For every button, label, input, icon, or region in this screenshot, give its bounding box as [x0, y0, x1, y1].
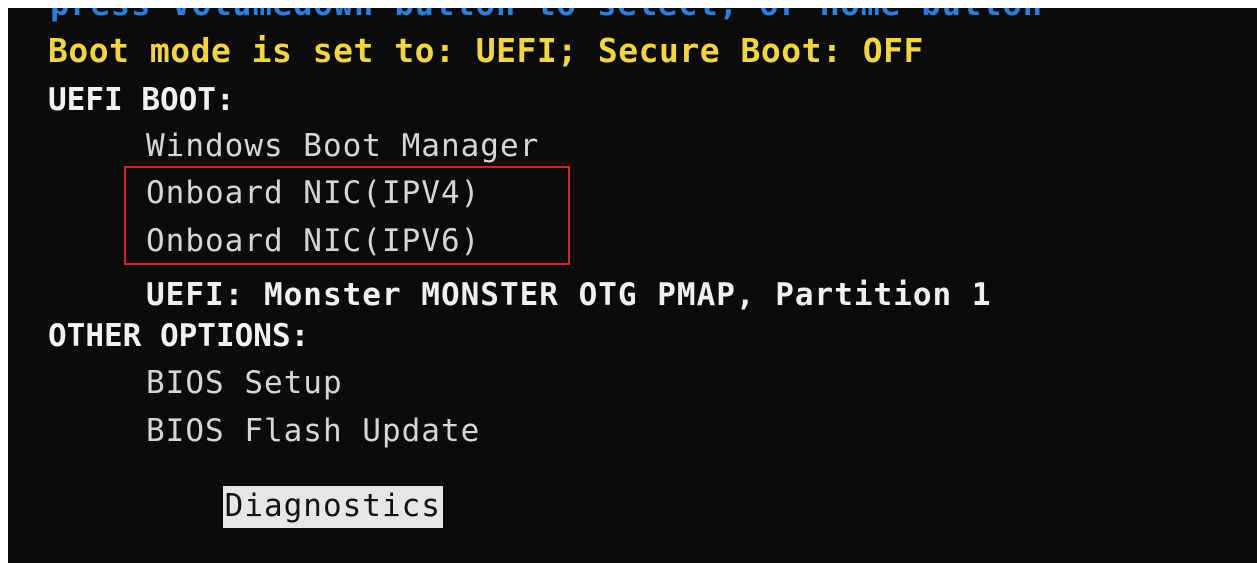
other-options-header: OTHER OPTIONS:: [48, 318, 310, 354]
option-bios-flash-update[interactable]: BIOS Flash Update: [146, 416, 480, 447]
selected-option-highlight[interactable]: Diagnostics: [222, 486, 443, 528]
boot-mode-status: Boot mode is set to: UEFI; Secure Boot: …: [48, 31, 924, 70]
boot-option-windows-boot-manager[interactable]: Windows Boot Manager: [146, 131, 539, 162]
option-bios-setup[interactable]: BIOS Setup: [146, 368, 343, 399]
option-diagnostics[interactable]: Diagnostics: [146, 460, 443, 553]
uefi-boot-header: UEFI BOOT:: [48, 82, 235, 118]
instruction-text: press Volumedown button to select, or Ho…: [50, 8, 1043, 20]
annotation-highlight-box: [124, 166, 570, 265]
boot-option-uefi-usb[interactable]: UEFI: Monster MONSTER OTG PMAP, Partitio…: [146, 280, 992, 311]
boot-menu-screen: press Volumedown button to select, or Ho…: [8, 8, 1257, 563]
